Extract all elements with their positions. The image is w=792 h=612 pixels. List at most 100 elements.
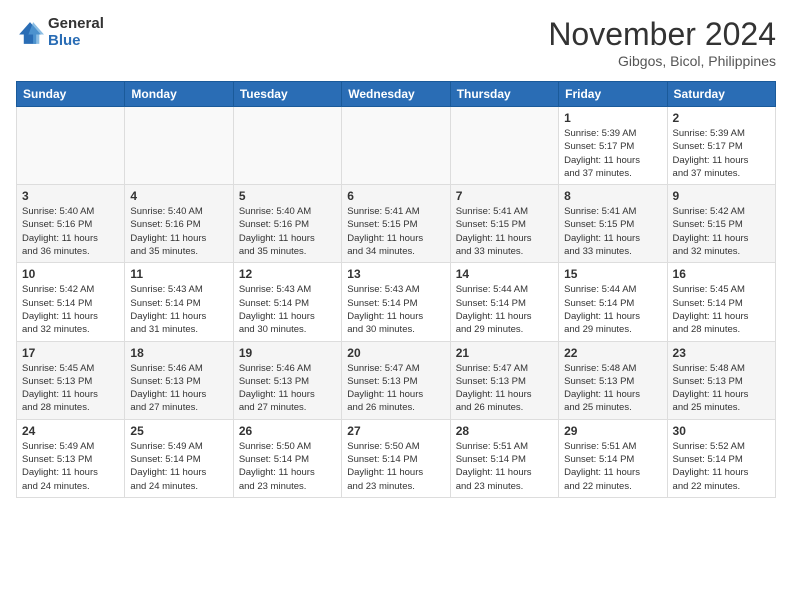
- day-number: 24: [22, 424, 119, 438]
- calendar-cell: 8Sunrise: 5:41 AM Sunset: 5:15 PM Daylig…: [559, 185, 667, 263]
- day-number: 27: [347, 424, 444, 438]
- weekday-header-tuesday: Tuesday: [233, 82, 341, 107]
- logo-text: General Blue: [48, 16, 104, 49]
- calendar-cell: 16 Sunrise: 5:45 AM Sunset: 5:14 PM Dayli…: [667, 263, 775, 341]
- weekday-header-sunday: Sunday: [17, 82, 125, 107]
- calendar-cell: 1 Sunrise: 5:39 AM Sunset: 5:17 PM Daylig…: [559, 107, 667, 185]
- day-info: Sunrise: 5:44 AM Sunset: 5:14 PM Dayligh…: [564, 283, 661, 336]
- day-number: 16: [673, 267, 770, 281]
- day-info: Sunrise: 5:47 AM Sunset: 5:13 PM Dayligh…: [456, 362, 553, 415]
- day-info: Sunrise: 5:43 AM Sunset: 5:14 PM Dayligh…: [239, 283, 336, 336]
- day-number: 12: [239, 267, 336, 281]
- day-number: 10: [22, 267, 119, 281]
- calendar-cell: 14 Sunrise: 5:44 AM Sunset: 5:14 PM Dayli…: [450, 263, 558, 341]
- weekday-header-thursday: Thursday: [450, 82, 558, 107]
- day-number: 29: [564, 424, 661, 438]
- calendar-cell: 5 Sunrise: 5:40 AM Sunset: 5:16 PM Daylig…: [233, 185, 341, 263]
- day-number: 30: [673, 424, 770, 438]
- day-number: 14: [456, 267, 553, 281]
- calendar-cell: 27 Sunrise: 5:50 AM Sunset: 5:14 PM Dayli…: [342, 419, 450, 497]
- title-block: November 2024 Gibgos, Bicol, Philippines: [548, 16, 776, 69]
- calendar-week-4: 17 Sunrise: 5:45 AM Sunset: 5:13 PM Dayli…: [17, 341, 776, 419]
- day-info: Sunrise: 5:52 AM Sunset: 5:14 PM Dayligh…: [673, 440, 770, 493]
- day-number: 18: [130, 346, 227, 360]
- day-info: Sunrise: 5:47 AM Sunset: 5:13 PM Dayligh…: [347, 362, 444, 415]
- day-info: Sunrise: 5:48 AM Sunset: 5:13 PM Dayligh…: [564, 362, 661, 415]
- day-info: Sunrise: 5:45 AM Sunset: 5:14 PM Dayligh…: [673, 283, 770, 336]
- calendar-cell: 26Sunrise: 5:50 AM Sunset: 5:14 PM Dayli…: [233, 419, 341, 497]
- calendar-cell: 10Sunrise: 5:42 AM Sunset: 5:14 PM Dayli…: [17, 263, 125, 341]
- day-info: Sunrise: 5:50 AM Sunset: 5:14 PM Dayligh…: [239, 440, 336, 493]
- day-info: Sunrise: 5:39 AM Sunset: 5:17 PM Dayligh…: [564, 127, 661, 180]
- calendar-cell: 24Sunrise: 5:49 AM Sunset: 5:13 PM Dayli…: [17, 419, 125, 497]
- day-number: 17: [22, 346, 119, 360]
- day-number: 23: [673, 346, 770, 360]
- calendar-table: SundayMondayTuesdayWednesdayThursdayFrid…: [16, 81, 776, 498]
- day-number: 1: [564, 111, 661, 125]
- day-info: Sunrise: 5:50 AM Sunset: 5:14 PM Dayligh…: [347, 440, 444, 493]
- day-number: 8: [564, 189, 661, 203]
- calendar-cell: 18Sunrise: 5:46 AM Sunset: 5:13 PM Dayli…: [125, 341, 233, 419]
- day-number: 7: [456, 189, 553, 203]
- calendar-cell: [450, 107, 558, 185]
- day-info: Sunrise: 5:40 AM Sunset: 5:16 PM Dayligh…: [22, 205, 119, 258]
- weekday-header-wednesday: Wednesday: [342, 82, 450, 107]
- day-number: 20: [347, 346, 444, 360]
- calendar-cell: [342, 107, 450, 185]
- calendar-cell: 6 Sunrise: 5:41 AM Sunset: 5:15 PM Daylig…: [342, 185, 450, 263]
- day-number: 19: [239, 346, 336, 360]
- calendar-cell: [233, 107, 341, 185]
- day-number: 6: [347, 189, 444, 203]
- calendar-cell: 30 Sunrise: 5:52 AM Sunset: 5:14 PM Dayli…: [667, 419, 775, 497]
- day-number: 9: [673, 189, 770, 203]
- calendar-cell: 2 Sunrise: 5:39 AM Sunset: 5:17 PM Daylig…: [667, 107, 775, 185]
- calendar-cell: 28 Sunrise: 5:51 AM Sunset: 5:14 PM Dayli…: [450, 419, 558, 497]
- day-info: Sunrise: 5:40 AM Sunset: 5:16 PM Dayligh…: [130, 205, 227, 258]
- calendar-cell: 22 Sunrise: 5:48 AM Sunset: 5:13 PM Dayli…: [559, 341, 667, 419]
- day-number: 13: [347, 267, 444, 281]
- day-number: 22: [564, 346, 661, 360]
- calendar-week-3: 10Sunrise: 5:42 AM Sunset: 5:14 PM Dayli…: [17, 263, 776, 341]
- day-number: 3: [22, 189, 119, 203]
- day-info: Sunrise: 5:46 AM Sunset: 5:13 PM Dayligh…: [239, 362, 336, 415]
- day-info: Sunrise: 5:39 AM Sunset: 5:17 PM Dayligh…: [673, 127, 770, 180]
- calendar-cell: 19 Sunrise: 5:46 AM Sunset: 5:13 PM Dayli…: [233, 341, 341, 419]
- day-info: Sunrise: 5:44 AM Sunset: 5:14 PM Dayligh…: [456, 283, 553, 336]
- calendar-cell: 3 Sunrise: 5:40 AM Sunset: 5:16 PM Daylig…: [17, 185, 125, 263]
- page-header: General Blue November 2024 Gibgos, Bicol…: [16, 16, 776, 69]
- day-info: Sunrise: 5:41 AM Sunset: 5:15 PM Dayligh…: [456, 205, 553, 258]
- calendar-cell: 20 Sunrise: 5:47 AM Sunset: 5:13 PM Dayli…: [342, 341, 450, 419]
- day-number: 11: [130, 267, 227, 281]
- day-number: 4: [130, 189, 227, 203]
- day-info: Sunrise: 5:49 AM Sunset: 5:14 PM Dayligh…: [130, 440, 227, 493]
- calendar-cell: 29Sunrise: 5:51 AM Sunset: 5:14 PM Dayli…: [559, 419, 667, 497]
- calendar-cell: 21Sunrise: 5:47 AM Sunset: 5:13 PM Dayli…: [450, 341, 558, 419]
- day-info: Sunrise: 5:51 AM Sunset: 5:14 PM Dayligh…: [456, 440, 553, 493]
- day-info: Sunrise: 5:43 AM Sunset: 5:14 PM Dayligh…: [130, 283, 227, 336]
- month-title: November 2024: [548, 16, 776, 53]
- calendar-cell: 17 Sunrise: 5:45 AM Sunset: 5:13 PM Dayli…: [17, 341, 125, 419]
- day-info: Sunrise: 5:45 AM Sunset: 5:13 PM Dayligh…: [22, 362, 119, 415]
- day-number: 28: [456, 424, 553, 438]
- day-number: 5: [239, 189, 336, 203]
- day-number: 15: [564, 267, 661, 281]
- calendar-cell: 15 Sunrise: 5:44 AM Sunset: 5:14 PM Dayli…: [559, 263, 667, 341]
- day-info: Sunrise: 5:41 AM Sunset: 5:15 PM Dayligh…: [347, 205, 444, 258]
- calendar-cell: [17, 107, 125, 185]
- calendar-cell: 13 Sunrise: 5:43 AM Sunset: 5:14 PM Dayli…: [342, 263, 450, 341]
- day-info: Sunrise: 5:42 AM Sunset: 5:15 PM Dayligh…: [673, 205, 770, 258]
- weekday-header-monday: Monday: [125, 82, 233, 107]
- logo-general-label: General: [48, 16, 104, 33]
- day-info: Sunrise: 5:48 AM Sunset: 5:13 PM Dayligh…: [673, 362, 770, 415]
- logo-icon: [16, 19, 44, 47]
- day-info: Sunrise: 5:40 AM Sunset: 5:16 PM Dayligh…: [239, 205, 336, 258]
- calendar-cell: 23 Sunrise: 5:48 AM Sunset: 5:13 PM Dayli…: [667, 341, 775, 419]
- day-number: 2: [673, 111, 770, 125]
- calendar-week-5: 24Sunrise: 5:49 AM Sunset: 5:13 PM Dayli…: [17, 419, 776, 497]
- weekday-header-friday: Friday: [559, 82, 667, 107]
- calendar-cell: [125, 107, 233, 185]
- logo: General Blue: [16, 16, 104, 49]
- weekday-header-row: SundayMondayTuesdayWednesdayThursdayFrid…: [17, 82, 776, 107]
- calendar-cell: 4 Sunrise: 5:40 AM Sunset: 5:16 PM Daylig…: [125, 185, 233, 263]
- day-info: Sunrise: 5:43 AM Sunset: 5:14 PM Dayligh…: [347, 283, 444, 336]
